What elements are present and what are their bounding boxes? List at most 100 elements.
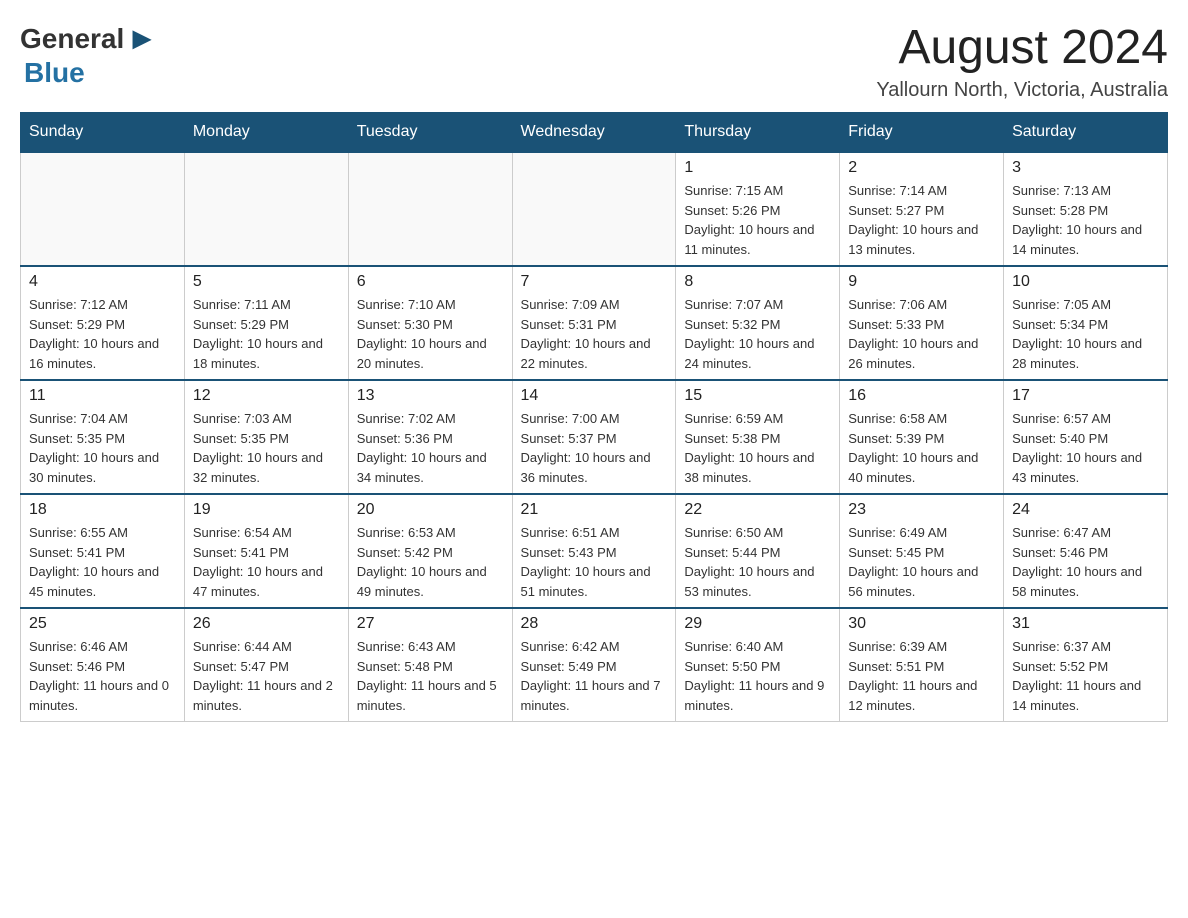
logo-general-text: General xyxy=(20,23,124,55)
day-cell: 20Sunrise: 6:53 AMSunset: 5:42 PMDayligh… xyxy=(348,494,512,608)
day-number: 26 xyxy=(193,615,340,633)
day-number: 5 xyxy=(193,273,340,291)
day-info: Sunrise: 7:05 AMSunset: 5:34 PMDaylight:… xyxy=(1012,295,1159,373)
day-cell: 3Sunrise: 7:13 AMSunset: 5:28 PMDaylight… xyxy=(1004,152,1168,266)
day-info: Sunrise: 6:50 AMSunset: 5:44 PMDaylight:… xyxy=(684,523,831,601)
day-cell: 27 Sunrise: 6:43 AMSunset: 5:48 PMDayligh… xyxy=(348,608,512,722)
day-number: 3 xyxy=(1012,159,1159,177)
day-info: Sunrise: 7:00 AMSunset: 5:37 PMDaylight:… xyxy=(521,409,668,487)
day-cell: 5 Sunrise: 7:11 AMSunset: 5:29 PMDaylight… xyxy=(184,266,348,380)
day-info: Sunrise: 6:49 AMSunset: 5:45 PMDaylight:… xyxy=(848,523,995,601)
day-info: Sunrise: 7:09 AMSunset: 5:31 PMDaylight:… xyxy=(521,295,668,373)
day-info: Sunrise: 7:14 AMSunset: 5:27 PMDaylight:… xyxy=(848,181,995,259)
day-info: Sunrise: 7:10 AMSunset: 5:30 PMDaylight:… xyxy=(357,295,504,373)
day-info: Sunrise: 6:40 AMSunset: 5:50 PMDaylight:… xyxy=(684,637,831,715)
location-title: Yallourn North, Victoria, Australia xyxy=(876,79,1168,102)
day-number: 31 xyxy=(1012,615,1159,633)
day-info: Sunrise: 6:51 AMSunset: 5:43 PMDaylight:… xyxy=(521,523,668,601)
day-cell: 8 Sunrise: 7:07 AMSunset: 5:32 PMDaylight… xyxy=(676,266,840,380)
day-cell: 19 Sunrise: 6:54 AMSunset: 5:41 PMDayligh… xyxy=(184,494,348,608)
day-cell: 7 Sunrise: 7:09 AMSunset: 5:31 PMDaylight… xyxy=(512,266,676,380)
day-info: Sunrise: 6:47 AMSunset: 5:46 PMDaylight:… xyxy=(1012,523,1159,601)
day-number: 7 xyxy=(521,273,668,291)
day-cell: 28 Sunrise: 6:42 AMSunset: 5:49 PMDayligh… xyxy=(512,608,676,722)
day-info: Sunrise: 7:11 AMSunset: 5:29 PMDaylight:… xyxy=(193,295,340,373)
day-info: Sunrise: 7:02 AMSunset: 5:36 PMDaylight:… xyxy=(357,409,504,487)
day-cell xyxy=(512,152,676,266)
col-tuesday: Tuesday xyxy=(348,113,512,153)
day-info: Sunrise: 6:46 AMSunset: 5:46 PMDaylight:… xyxy=(29,637,176,715)
day-info: Sunrise: 7:15 AMSunset: 5:26 PMDaylight:… xyxy=(684,181,831,259)
day-cell: 9 Sunrise: 7:06 AMSunset: 5:33 PMDaylight… xyxy=(840,266,1004,380)
day-number: 1 xyxy=(684,159,831,177)
col-monday: Monday xyxy=(184,113,348,153)
day-number: 9 xyxy=(848,273,995,291)
col-friday: Friday xyxy=(840,113,1004,153)
day-info: Sunrise: 7:12 AMSunset: 5:29 PMDaylight:… xyxy=(29,295,176,373)
col-thursday: Thursday xyxy=(676,113,840,153)
weekday-header-row: Sunday Monday Tuesday Wednesday Thursday… xyxy=(21,113,1168,153)
col-sunday: Sunday xyxy=(21,113,185,153)
day-number: 30 xyxy=(848,615,995,633)
week-row-4: 18Sunrise: 6:55 AMSunset: 5:41 PMDayligh… xyxy=(21,494,1168,608)
week-row-5: 25 Sunrise: 6:46 AMSunset: 5:46 PMDayligh… xyxy=(21,608,1168,722)
week-row-2: 4Sunrise: 7:12 AMSunset: 5:29 PMDaylight… xyxy=(21,266,1168,380)
day-info: Sunrise: 6:42 AMSunset: 5:49 PMDaylight:… xyxy=(521,637,668,715)
col-wednesday: Wednesday xyxy=(512,113,676,153)
day-number: 12 xyxy=(193,387,340,405)
day-cell xyxy=(184,152,348,266)
day-cell: 31 Sunrise: 6:37 AMSunset: 5:52 PMDayligh… xyxy=(1004,608,1168,722)
day-number: 23 xyxy=(848,501,995,519)
day-number: 10 xyxy=(1012,273,1159,291)
day-cell: 25 Sunrise: 6:46 AMSunset: 5:46 PMDayligh… xyxy=(21,608,185,722)
title-block: August 2024 Yallourn North, Victoria, Au… xyxy=(876,20,1168,102)
day-cell: 12Sunrise: 7:03 AMSunset: 5:35 PMDayligh… xyxy=(184,380,348,494)
day-cell: 17 Sunrise: 6:57 AMSunset: 5:40 PMDayligh… xyxy=(1004,380,1168,494)
day-number: 15 xyxy=(684,387,831,405)
day-number: 29 xyxy=(684,615,831,633)
day-number: 25 xyxy=(29,615,176,633)
day-number: 16 xyxy=(848,387,995,405)
day-number: 27 xyxy=(357,615,504,633)
month-title: August 2024 xyxy=(876,20,1168,75)
day-info: Sunrise: 6:57 AMSunset: 5:40 PMDaylight:… xyxy=(1012,409,1159,487)
day-number: 18 xyxy=(29,501,176,519)
day-cell xyxy=(21,152,185,266)
day-number: 13 xyxy=(357,387,504,405)
day-number: 14 xyxy=(521,387,668,405)
col-saturday: Saturday xyxy=(1004,113,1168,153)
logo: General ► Blue xyxy=(20,20,160,89)
day-cell: 30 Sunrise: 6:39 AMSunset: 5:51 PMDayligh… xyxy=(840,608,1004,722)
day-cell: 13 Sunrise: 7:02 AMSunset: 5:36 PMDayligh… xyxy=(348,380,512,494)
calendar-table: Sunday Monday Tuesday Wednesday Thursday… xyxy=(20,112,1168,722)
day-cell: 26 Sunrise: 6:44 AMSunset: 5:47 PMDayligh… xyxy=(184,608,348,722)
day-info: Sunrise: 6:54 AMSunset: 5:41 PMDaylight:… xyxy=(193,523,340,601)
day-cell: 22Sunrise: 6:50 AMSunset: 5:44 PMDayligh… xyxy=(676,494,840,608)
day-cell: 18Sunrise: 6:55 AMSunset: 5:41 PMDayligh… xyxy=(21,494,185,608)
day-number: 8 xyxy=(684,273,831,291)
day-info: Sunrise: 6:59 AMSunset: 5:38 PMDaylight:… xyxy=(684,409,831,487)
day-info: Sunrise: 7:04 AMSunset: 5:35 PMDaylight:… xyxy=(29,409,176,487)
day-info: Sunrise: 7:07 AMSunset: 5:32 PMDaylight:… xyxy=(684,295,831,373)
day-cell: 2Sunrise: 7:14 AMSunset: 5:27 PMDaylight… xyxy=(840,152,1004,266)
day-cell: 29 Sunrise: 6:40 AMSunset: 5:50 PMDayligh… xyxy=(676,608,840,722)
day-number: 19 xyxy=(193,501,340,519)
day-cell: 11Sunrise: 7:04 AMSunset: 5:35 PMDayligh… xyxy=(21,380,185,494)
week-row-1: 1 Sunrise: 7:15 AMSunset: 5:26 PMDaylight… xyxy=(21,152,1168,266)
day-cell: 10 Sunrise: 7:05 AMSunset: 5:34 PMDayligh… xyxy=(1004,266,1168,380)
day-cell: 24 Sunrise: 6:47 AMSunset: 5:46 PMDayligh… xyxy=(1004,494,1168,608)
day-number: 17 xyxy=(1012,387,1159,405)
day-cell: 16 Sunrise: 6:58 AMSunset: 5:39 PMDayligh… xyxy=(840,380,1004,494)
day-cell xyxy=(348,152,512,266)
day-info: Sunrise: 6:43 AMSunset: 5:48 PMDaylight:… xyxy=(357,637,504,715)
day-info: Sunrise: 6:39 AMSunset: 5:51 PMDaylight:… xyxy=(848,637,995,715)
day-cell: 1 Sunrise: 7:15 AMSunset: 5:26 PMDaylight… xyxy=(676,152,840,266)
day-number: 24 xyxy=(1012,501,1159,519)
day-info: Sunrise: 6:37 AMSunset: 5:52 PMDaylight:… xyxy=(1012,637,1159,715)
day-cell: 21Sunrise: 6:51 AMSunset: 5:43 PMDayligh… xyxy=(512,494,676,608)
logo-blue-text: Blue xyxy=(24,57,85,88)
day-number: 28 xyxy=(521,615,668,633)
day-info: Sunrise: 6:44 AMSunset: 5:47 PMDaylight:… xyxy=(193,637,340,715)
day-info: Sunrise: 6:58 AMSunset: 5:39 PMDaylight:… xyxy=(848,409,995,487)
day-info: Sunrise: 7:06 AMSunset: 5:33 PMDaylight:… xyxy=(848,295,995,373)
